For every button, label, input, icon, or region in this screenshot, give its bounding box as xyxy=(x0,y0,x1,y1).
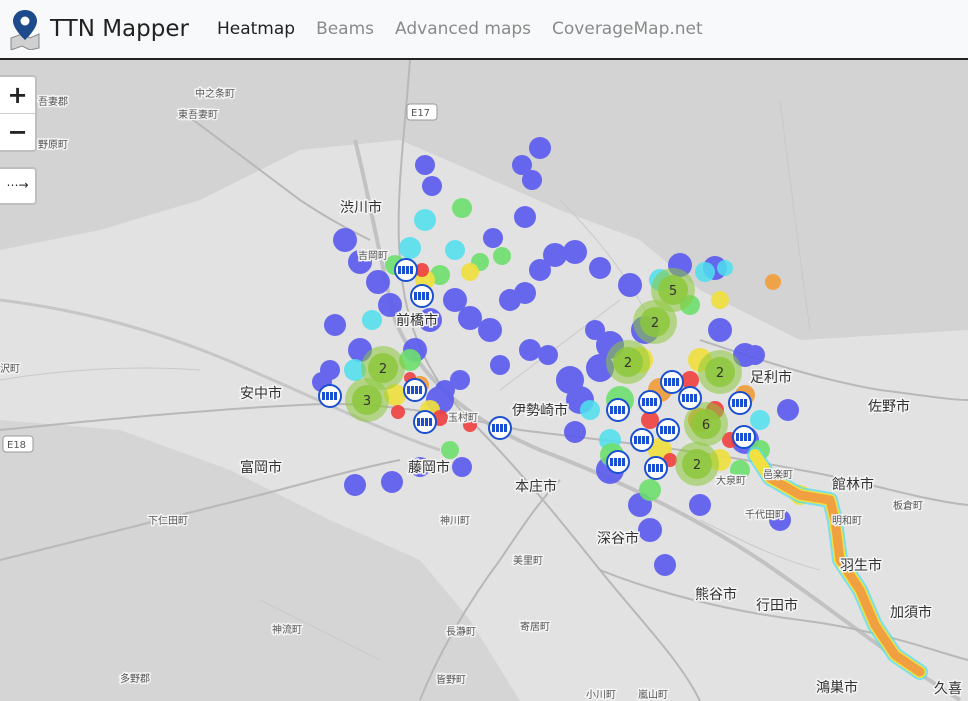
zoom-control: + − xyxy=(0,75,37,152)
place-label: 皆野町 xyxy=(436,674,466,686)
expressway-shield-label: E18 xyxy=(7,440,26,451)
nav-link-heatmap[interactable]: Heatmap xyxy=(217,19,295,39)
nav-link-beams[interactable]: Beams xyxy=(316,19,374,39)
gateway-marker-icon[interactable] xyxy=(606,450,630,474)
place-label: 安中市 xyxy=(240,385,282,402)
gateway-marker-icon[interactable] xyxy=(488,416,512,440)
gateway-marker-icon[interactable] xyxy=(606,398,630,422)
place-label: 足利市 xyxy=(750,369,792,386)
zoom-out-button[interactable]: − xyxy=(0,114,35,150)
cluster-marker[interactable]: 2 xyxy=(698,350,742,394)
place-label: 吉岡町 xyxy=(358,250,388,262)
brand[interactable]: TTN Mapper xyxy=(8,8,217,50)
place-label: 下仁田町 xyxy=(148,515,188,527)
place-label: 久喜 xyxy=(934,681,962,697)
place-label: 玉村町 xyxy=(448,411,478,424)
cluster-marker[interactable]: 2 xyxy=(633,300,677,344)
place-label: 中之条町 xyxy=(195,87,235,100)
cluster-marker[interactable]: 2 xyxy=(675,442,719,486)
place-label: 吾妻郡 xyxy=(38,95,68,108)
gateway-marker-icon[interactable] xyxy=(656,418,680,442)
gateway-marker-icon[interactable] xyxy=(630,428,654,452)
gateway-marker-icon[interactable] xyxy=(403,378,427,402)
locate-button[interactable]: ⋯→ xyxy=(0,167,37,205)
place-label: 多野郡 xyxy=(120,672,150,685)
cluster-count: 2 xyxy=(716,366,724,381)
place-label: 大泉町 xyxy=(716,474,746,487)
zoom-in-button[interactable]: + xyxy=(0,77,35,114)
gateway-marker-icon[interactable] xyxy=(732,425,756,449)
place-label: 前橋市 xyxy=(396,312,438,329)
cluster-count: 2 xyxy=(624,356,632,371)
gateway-marker-icon[interactable] xyxy=(678,386,702,410)
place-label: 邑楽町 xyxy=(763,468,793,481)
place-label: 熊谷市 xyxy=(695,586,737,603)
map-canvas[interactable]: 5 2 2 2 6 2 2 3 中之条町 東吾妻町 吾妻郡 野原町 E17 渋川… xyxy=(0,60,968,701)
brand-title: TTN Mapper xyxy=(50,16,189,42)
place-label: 深谷市 xyxy=(597,530,639,547)
gateway-marker-icon[interactable] xyxy=(410,284,434,308)
cluster-count: 2 xyxy=(693,458,701,473)
place-label: 寄居町 xyxy=(520,620,550,633)
cluster-count: 2 xyxy=(651,316,659,331)
map-svg[interactable]: 5 2 2 2 6 2 2 3 中之条町 東吾妻町 吾妻郡 野原町 E17 渋川… xyxy=(0,60,968,701)
cluster-marker[interactable]: 2 xyxy=(606,340,650,384)
place-label: 長瀞町 xyxy=(446,625,476,638)
place-label: 行田市 xyxy=(756,597,798,614)
place-label: 小川町 xyxy=(586,689,616,701)
place-label: 神川町 xyxy=(440,514,470,527)
cluster-count: 3 xyxy=(363,394,371,409)
place-label: 渋川市 xyxy=(340,199,382,216)
place-label: 本庄市 xyxy=(515,478,557,495)
gateway-marker-icon[interactable] xyxy=(318,384,342,408)
place-label: 佐野市 xyxy=(868,398,910,415)
place-label: 館林市 xyxy=(832,476,874,493)
gateway-marker-icon[interactable] xyxy=(660,370,684,394)
place-label: 野原町 xyxy=(38,139,68,151)
place-label: 加須市 xyxy=(890,604,932,621)
cluster-count: 5 xyxy=(669,284,677,299)
gateway-marker-icon[interactable] xyxy=(394,258,418,282)
place-label: 板倉町 xyxy=(893,499,923,512)
gateway-marker-icon[interactable] xyxy=(638,390,662,414)
place-label: 嵐山町 xyxy=(638,689,668,701)
place-label: 伊勢崎市 xyxy=(512,402,568,419)
nav-link-advanced-maps[interactable]: Advanced maps xyxy=(395,19,531,39)
place-label: 鴻巣市 xyxy=(816,679,858,696)
cluster-count: 2 xyxy=(379,362,387,377)
place-label: 藤岡市 xyxy=(408,459,450,476)
nav-link-coveragemap[interactable]: CoverageMap.net xyxy=(552,19,703,39)
cluster-marker[interactable]: 3 xyxy=(345,378,389,422)
place-label: 東吾妻町 xyxy=(178,108,218,121)
gateway-marker-icon[interactable] xyxy=(728,391,752,415)
place-label: 羽生市 xyxy=(840,557,882,574)
map-pin-logo-icon xyxy=(10,10,40,50)
gateway-marker-icon[interactable] xyxy=(413,410,437,434)
place-label: 美里町 xyxy=(513,554,543,567)
cluster-count: 6 xyxy=(702,418,710,433)
place-label: 沢町 xyxy=(0,362,20,375)
place-label: 千代田町 xyxy=(745,509,785,521)
navbar: TTN Mapper Heatmap Beams Advanced maps C… xyxy=(0,0,968,60)
place-label: 富岡市 xyxy=(240,459,282,476)
place-label: 神流町 xyxy=(272,623,302,636)
gateway-marker-icon[interactable] xyxy=(644,456,668,480)
expressway-shield-label: E17 xyxy=(411,108,430,119)
place-label: 明和町 xyxy=(832,515,862,527)
